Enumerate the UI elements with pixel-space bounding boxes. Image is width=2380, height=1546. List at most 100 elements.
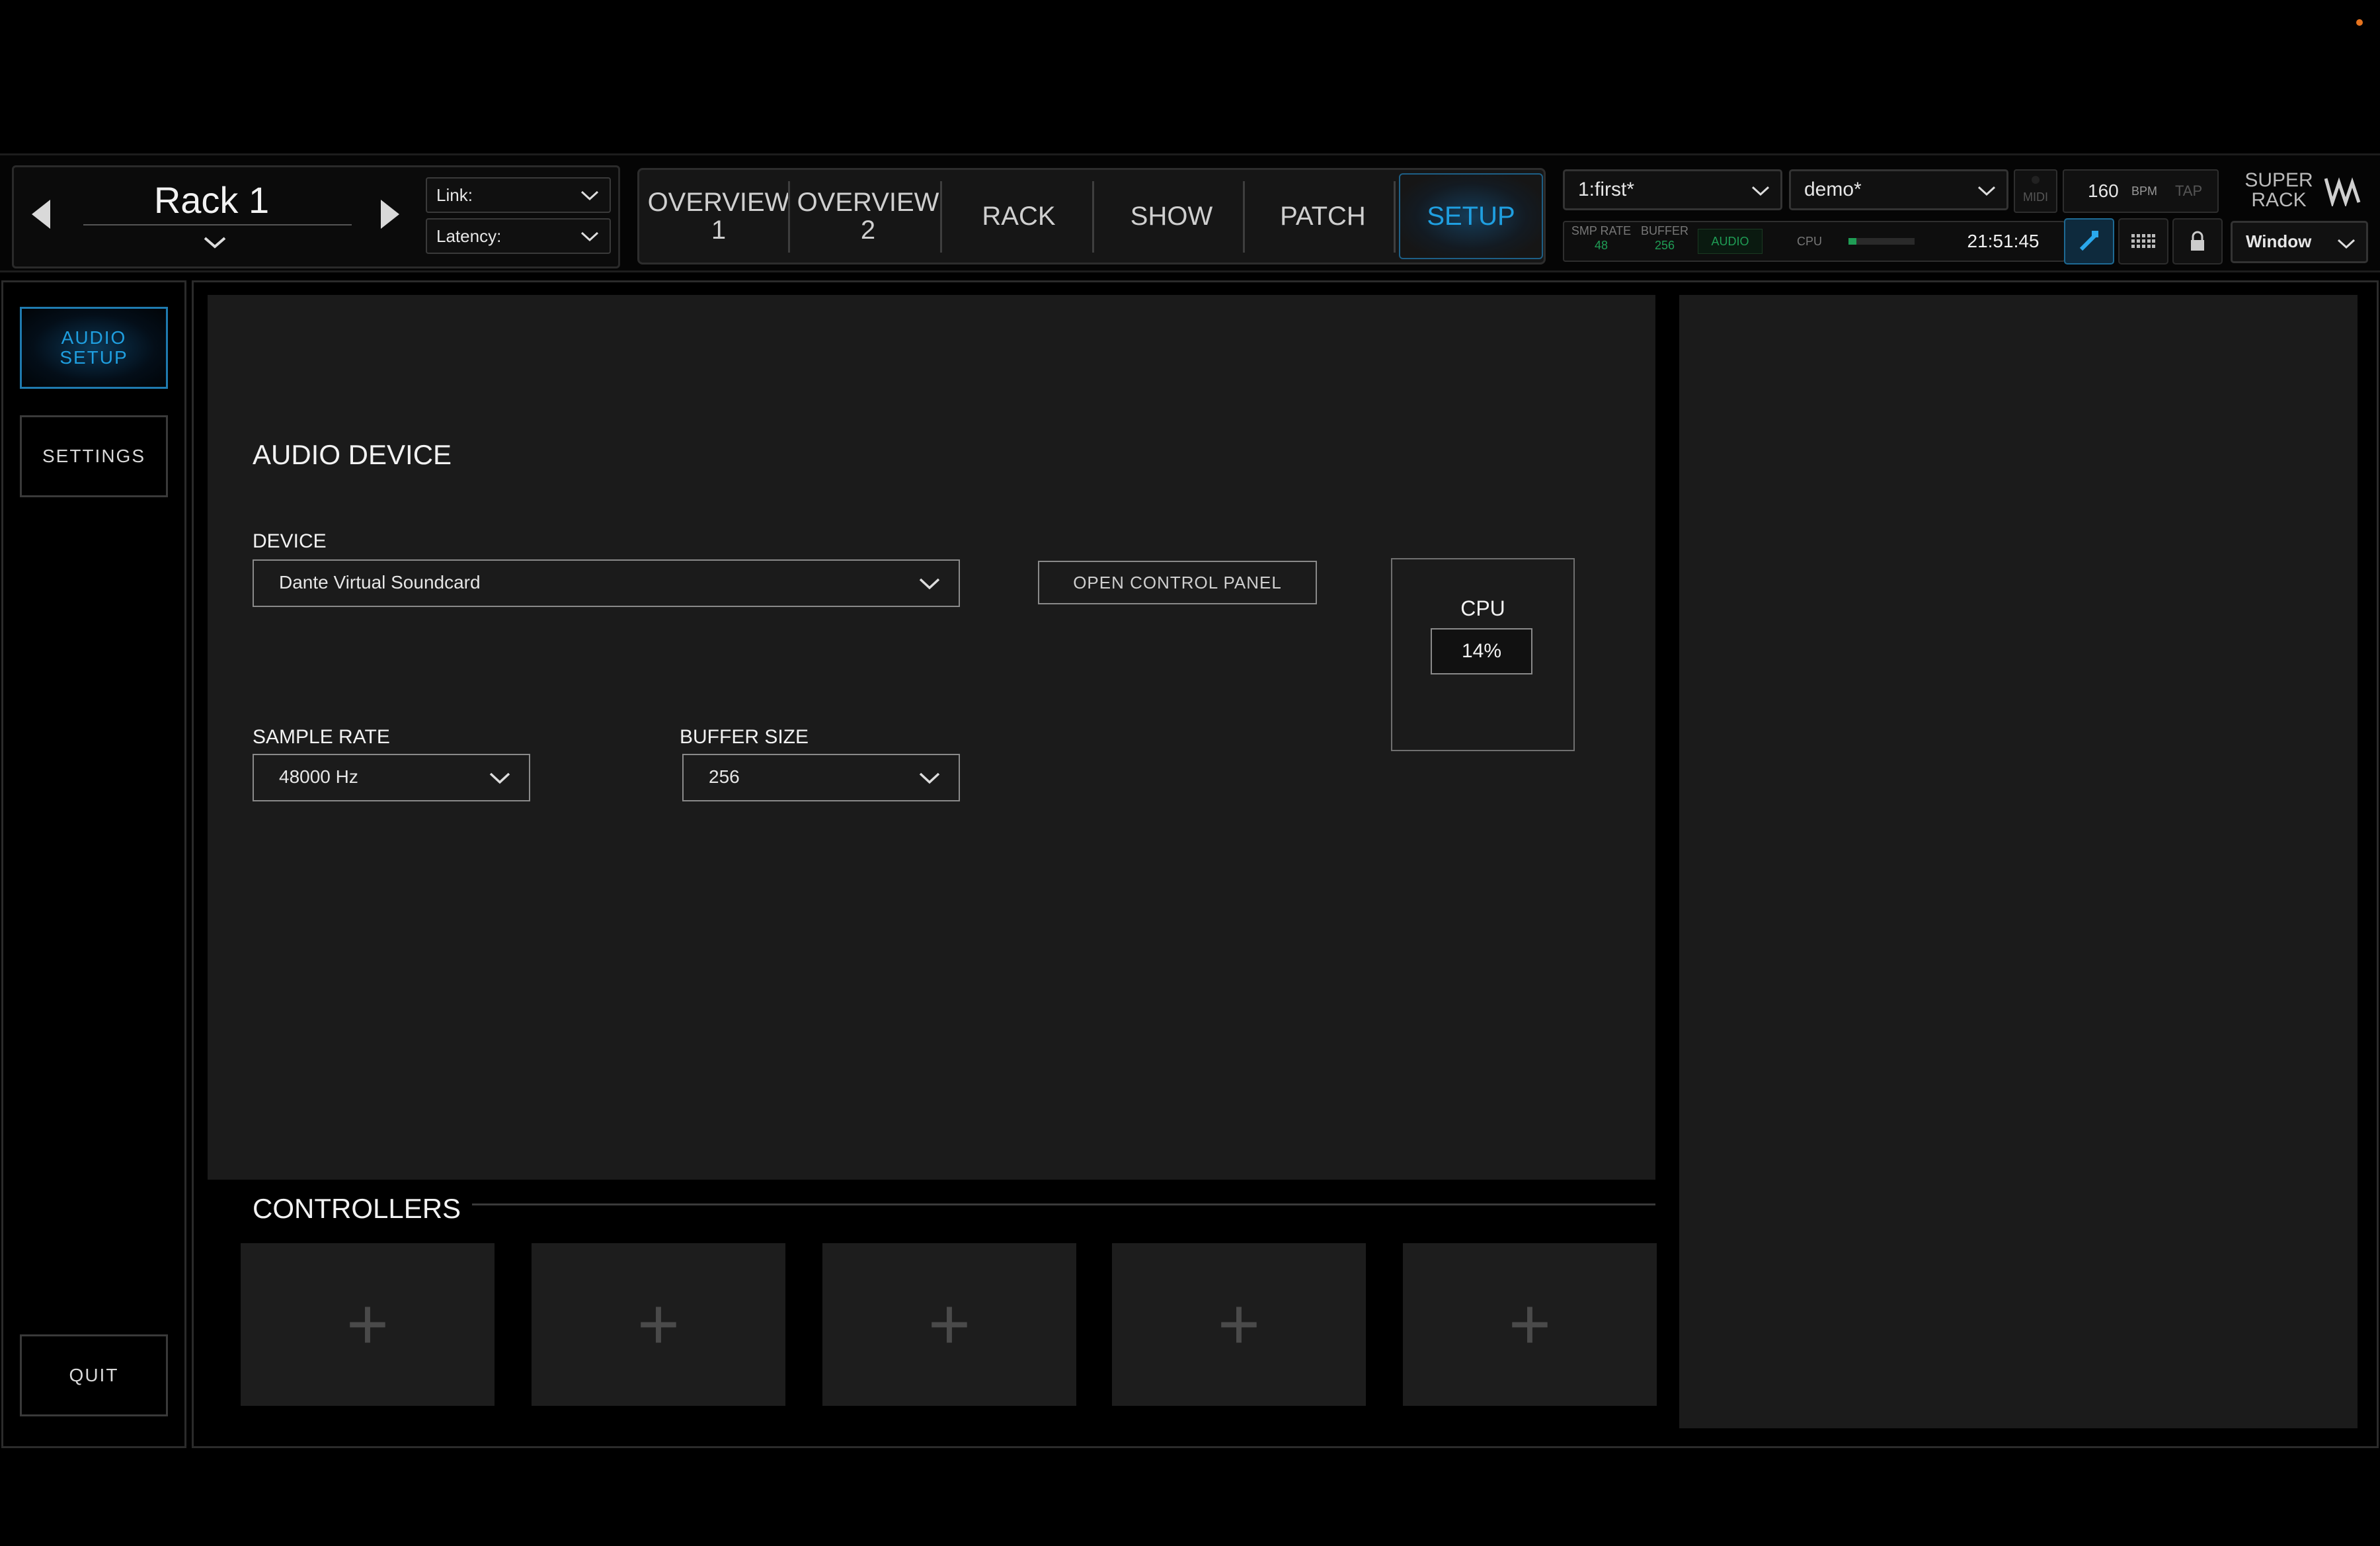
notification-dot — [2356, 19, 2363, 26]
plus-icon: + — [346, 1283, 389, 1365]
chevron-down-icon — [2337, 239, 2356, 249]
previous-rack-arrow-icon[interactable] — [32, 200, 50, 229]
audio-label: AUDIO — [1711, 235, 1749, 248]
add-controller-slot[interactable]: + — [1403, 1243, 1657, 1406]
button-label: AUDIO — [61, 327, 127, 348]
right-panel — [1679, 295, 2358, 1428]
snapshot-value: 1:first* — [1578, 179, 1635, 200]
tab-patch[interactable]: PATCH — [1248, 173, 1398, 259]
window-label: Window — [2246, 231, 2312, 251]
add-controller-slot[interactable]: + — [532, 1243, 785, 1406]
logo-text: RACK — [2251, 189, 2307, 211]
chevron-down-icon — [1977, 186, 1996, 196]
logo-text: SUPER — [2244, 169, 2313, 191]
cpu-usage-value: 14% — [1431, 628, 1532, 674]
settings-button[interactable]: SETTINGS — [20, 415, 168, 497]
quit-button[interactable]: QUIT — [20, 1334, 168, 1416]
chevron-down-icon — [919, 772, 940, 784]
tab-label: SHOW — [1130, 202, 1213, 231]
clock: 21:51:45 — [1967, 231, 2040, 251]
buffer-status: BUFFER 256 — [1637, 224, 1692, 259]
audio-status: AUDIO — [1698, 229, 1763, 254]
smp-rate-value: 48 — [1594, 239, 1608, 252]
tab-label: OVERVIEW — [797, 188, 939, 217]
chevron-down-icon — [489, 772, 510, 784]
plus-icon: + — [1217, 1283, 1261, 1365]
cpu-meter — [1848, 238, 1915, 245]
device-label: DEVICE — [253, 530, 327, 552]
button-label: SETUP — [60, 347, 128, 368]
plus-icon: + — [1508, 1283, 1552, 1365]
controllers-divider — [472, 1203, 1655, 1205]
add-controller-slot[interactable]: + — [822, 1243, 1076, 1406]
sample-rate-label: SAMPLE RATE — [253, 726, 390, 748]
buffer-label: BUFFER — [1641, 224, 1688, 237]
tab-show[interactable]: SHOW — [1096, 173, 1247, 259]
tab-label: OVERVIEW — [647, 188, 790, 217]
keyboard-button[interactable] — [2118, 218, 2168, 264]
sample-rate-status: SMP RATE 48 — [1568, 224, 1634, 259]
link-dropdown-label: Link: — [436, 185, 473, 205]
tab-label: 2 — [860, 216, 876, 245]
buffer-value: 256 — [1654, 239, 1675, 252]
lock-button[interactable] — [2172, 218, 2223, 264]
bpm-value[interactable]: 160 — [2088, 171, 2119, 212]
audio-device-title: AUDIO DEVICE — [253, 439, 452, 470]
latency-dropdown[interactable]: Latency: — [426, 218, 611, 254]
latency-dropdown-label: Latency: — [436, 226, 502, 246]
controllers-title: CONTROLLERS — [253, 1193, 461, 1224]
tab-divider — [1394, 181, 1396, 253]
cpu-usage-label: CPU — [1460, 596, 1505, 620]
tempo-box: 160 BPM TAP — [2063, 169, 2219, 213]
link-dropdown[interactable]: Link: — [426, 177, 611, 213]
sample-rate-select[interactable]: 48000 Hz — [253, 754, 530, 801]
buffer-size-label: BUFFER SIZE — [680, 726, 809, 748]
chevron-down-icon — [580, 190, 599, 201]
tab-divider — [1092, 181, 1094, 253]
buffer-size-select[interactable]: 256 — [682, 754, 960, 801]
midi-label: MIDI — [2023, 190, 2048, 204]
superrack-logo: SUPER RACK — [2242, 171, 2315, 214]
smp-rate-label: SMP RATE — [1571, 224, 1632, 237]
tab-overview-2[interactable]: OVERVIEW 2 — [793, 173, 943, 259]
tab-overview-1[interactable]: OVERVIEW 1 — [645, 173, 792, 259]
snapshot-dropdown[interactable]: 1:first* — [1563, 169, 1782, 210]
cpu-meter-fill — [1848, 238, 1856, 245]
plus-icon: + — [928, 1283, 971, 1365]
tab-label: SETUP — [1427, 202, 1515, 231]
midi-indicator: MIDI — [2014, 169, 2057, 213]
tab-setup[interactable]: SETUP — [1399, 173, 1543, 259]
device-select[interactable]: Dante Virtual Soundcard — [253, 559, 960, 607]
bpm-label: BPM — [2131, 184, 2158, 198]
open-control-panel-button[interactable]: OPEN CONTROL PANEL — [1038, 561, 1317, 604]
cpu-status-label: CPU — [1797, 235, 1823, 248]
rack-name[interactable]: Rack 1 — [79, 177, 344, 224]
tap-button[interactable]: TAP — [2175, 171, 2202, 212]
rack-name-underline — [83, 224, 352, 225]
tab-rack[interactable]: RACK — [944, 173, 1093, 259]
midi-led-icon — [2032, 176, 2040, 184]
tab-label: 1 — [711, 216, 727, 245]
window-dropdown[interactable]: Window — [2231, 221, 2368, 263]
tab-divider — [940, 181, 942, 253]
buffer-size-value: 256 — [709, 766, 740, 787]
device-value: Dante Virtual Soundcard — [279, 572, 481, 592]
session-value: demo* — [1804, 179, 1862, 200]
session-dropdown[interactable]: demo* — [1789, 169, 2008, 210]
connect-toggle[interactable] — [2064, 218, 2114, 264]
next-rack-arrow-icon[interactable] — [381, 200, 399, 229]
plus-icon: + — [637, 1283, 680, 1365]
add-controller-slot[interactable]: + — [1112, 1243, 1366, 1406]
plug-icon — [2079, 231, 2099, 251]
keyboard-icon — [2131, 234, 2155, 248]
sample-rate-value: 48000 Hz — [279, 766, 358, 787]
chevron-down-icon — [919, 578, 940, 590]
tab-divider — [1243, 181, 1245, 253]
chevron-down-icon — [580, 231, 599, 242]
add-controller-slot[interactable]: + — [241, 1243, 495, 1406]
tab-label: PATCH — [1280, 202, 1366, 231]
rack-menu-chevron-down-icon[interactable] — [202, 235, 227, 250]
audio-setup-button[interactable]: AUDIO SETUP — [20, 307, 168, 389]
chevron-down-icon — [1751, 186, 1770, 196]
tab-divider — [788, 181, 790, 253]
